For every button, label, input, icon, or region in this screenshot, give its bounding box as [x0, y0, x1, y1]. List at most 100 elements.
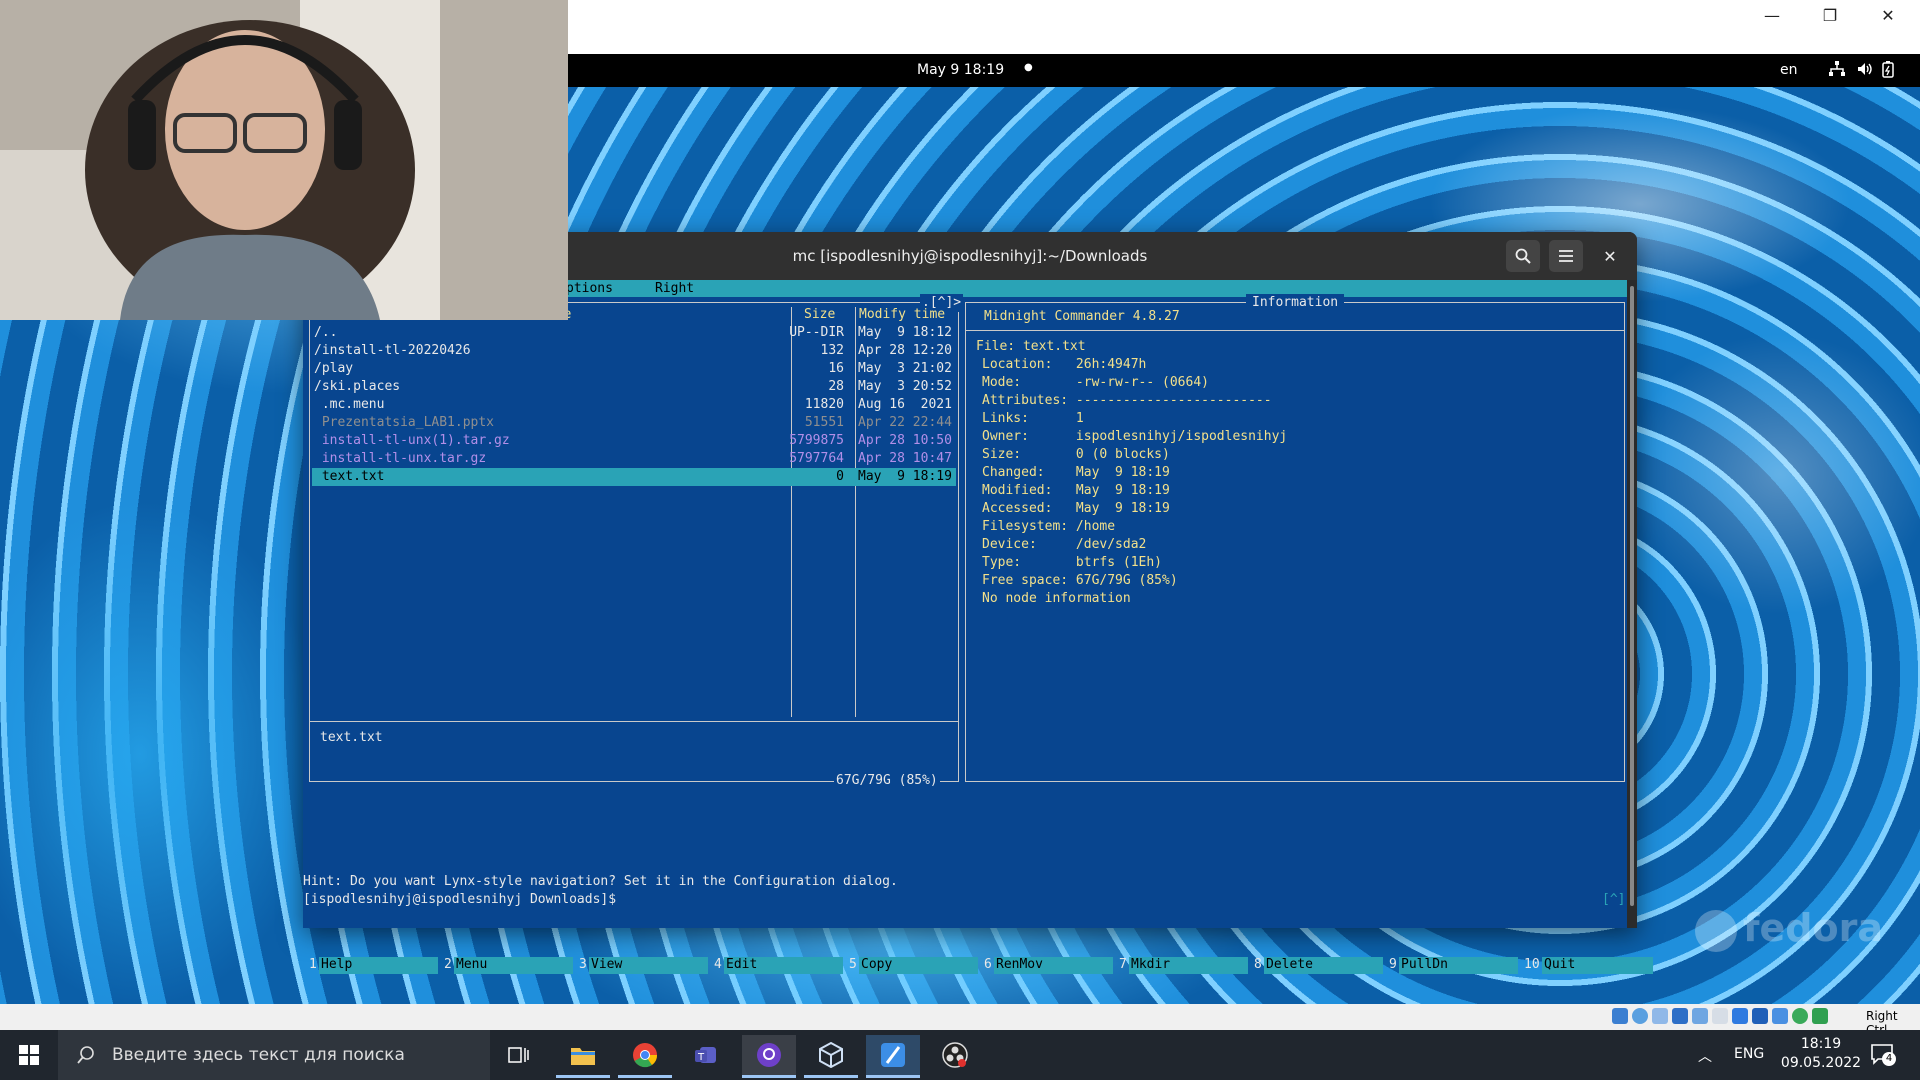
fkey-label: Menu [454, 957, 573, 974]
fedora-logo: fedora [1695, 906, 1883, 952]
tray-clock[interactable]: 18:19 09.05.2022 [1776, 1035, 1866, 1073]
network-adapter-icon[interactable] [1672, 1008, 1688, 1024]
fkey-copy[interactable]: 5 Copy [849, 957, 980, 974]
fkey-number: 1 [309, 957, 317, 972]
file-row[interactable]: /.. UP--DIR May 9 18:12 [312, 324, 956, 342]
fkey-number: 7 [1119, 957, 1127, 972]
info-row: Mode: -rw-rw-r-- (0664) [982, 375, 1209, 390]
virtualbox-status-bar: Right Ctrl [0, 1004, 1920, 1037]
close-icon: ✕ [1603, 246, 1617, 266]
info-row: Accessed: May 9 18:19 [982, 501, 1170, 516]
hdd-icon[interactable] [1612, 1008, 1628, 1024]
usb-icon[interactable] [1692, 1008, 1708, 1024]
fedora-media-writer-icon[interactable] [866, 1035, 920, 1078]
terminal-window[interactable]: mc [ispodlesnihyj@ispodlesnihyj]:~/Downl… [303, 232, 1653, 974]
obs-icon[interactable] [928, 1035, 982, 1075]
info-panel[interactable]: Information Midnight Commander 4.8.27 Fi… [965, 294, 1625, 782]
file-row[interactable]: Prezentatsia_LAB1.pptx 51551 Apr 22 22:44 [312, 414, 956, 432]
terminal-menu-button[interactable] [1549, 240, 1583, 272]
size-column-header[interactable]: Size [804, 306, 835, 324]
taskbar-search-box[interactable]: Введите здесь текст для поиска [58, 1030, 490, 1080]
file-mtime: May 3 20:52 [858, 379, 952, 394]
network-icon[interactable] [1828, 60, 1846, 82]
file-name: text.txt [314, 469, 385, 484]
action-center-button[interactable]: 4 [1870, 1042, 1896, 1070]
fkey-label: Delete [1264, 957, 1383, 974]
github-desktop-icon[interactable] [742, 1035, 796, 1078]
prompt-badge[interactable]: [^] [1602, 891, 1625, 909]
shell-prompt[interactable]: [ispodlesnihyj@ispodlesnihyj Downloads]$ [303, 891, 616, 909]
shared-folders-icon[interactable] [1712, 1008, 1728, 1024]
guest-additions-icon[interactable] [1792, 1008, 1808, 1024]
file-row[interactable]: /play 16 May 3 21:02 [312, 360, 956, 378]
menu-right[interactable]: Right [655, 281, 694, 296]
file-size: UP--DIR [789, 325, 844, 340]
battery-icon[interactable] [1882, 60, 1894, 82]
fkey-quit[interactable]: 10 Quit [1524, 957, 1655, 974]
fkey-number: 4 [714, 957, 722, 972]
scrollbar-thumb[interactable] [1630, 286, 1634, 906]
file-name: /install-tl-20220426 [314, 343, 471, 358]
start-button[interactable] [2, 1035, 56, 1075]
terminal-close-button[interactable]: ✕ [1593, 240, 1627, 272]
terminal-scrollbar[interactable] [1627, 280, 1637, 928]
webcam-overlay [0, 0, 568, 320]
task-view-icon[interactable] [492, 1035, 546, 1075]
cpu-icon[interactable] [1772, 1008, 1788, 1024]
gnome-clock[interactable]: May 9 18:19 [917, 62, 1004, 78]
fkey-mkdir[interactable]: 7 Mkdir [1119, 957, 1250, 974]
file-name: /play [314, 361, 354, 376]
fkey-label: PullDn [1399, 957, 1518, 974]
tray-overflow-icon[interactable]: ︿ [1698, 1046, 1712, 1066]
keyboard-layout[interactable]: en [1780, 62, 1798, 78]
fkey-view[interactable]: 3 View [579, 957, 710, 974]
file-mtime: Aug 16 2021 [858, 397, 952, 412]
fedora-wordmark: fedora [1743, 906, 1883, 950]
restore-icon: ❐ [1822, 5, 1838, 25]
file-row[interactable]: /ski.places 28 May 3 20:52 [312, 378, 956, 396]
teams-icon[interactable]: T [680, 1035, 734, 1075]
file-name: /.. [314, 325, 338, 340]
display-icon[interactable] [1732, 1008, 1748, 1024]
close-button[interactable]: ✕ [1860, 0, 1916, 30]
file-mtime: Apr 22 22:44 [858, 415, 952, 430]
fkey-delete[interactable]: 8 Delete [1254, 957, 1385, 974]
file-row[interactable]: /install-tl-20220426 132 Apr 28 12:20 [312, 342, 956, 360]
minimize-button[interactable]: — [1744, 0, 1800, 30]
fkey-edit[interactable]: 4 Edit [714, 957, 845, 974]
recording-icon[interactable] [1752, 1008, 1768, 1024]
mtime-column-header[interactable]: Modify time [859, 306, 945, 324]
info-row: Type: btrfs (1Eh) [982, 555, 1163, 570]
fkey-help[interactable]: 1 Help [309, 957, 440, 974]
menu-options[interactable]: ptions [566, 281, 613, 296]
mc-screen[interactable]: ptions Right .[^]> .n Name Size Modify t… [303, 280, 1653, 974]
file-row[interactable]: text.txt 0 May 9 18:19 [312, 468, 956, 486]
file-explorer-icon[interactable] [556, 1035, 610, 1078]
optical-drive-icon[interactable] [1632, 1008, 1648, 1024]
file-mtime: May 3 21:02 [858, 361, 952, 376]
fkey-label: Edit [724, 957, 843, 974]
virtualbox-icon[interactable] [804, 1035, 858, 1078]
file-size: 51551 [804, 415, 844, 430]
info-row: Device: /dev/sda2 [982, 537, 1147, 552]
file-row[interactable]: .mc.menu 11820 Aug 16 2021 [312, 396, 956, 414]
fkey-menu[interactable]: 2 Menu [444, 957, 575, 974]
fkey-renmov[interactable]: 6 RenMov [984, 957, 1115, 974]
restore-button[interactable]: ❐ [1802, 0, 1858, 30]
terminal-search-button[interactable] [1506, 240, 1540, 272]
notification-count-badge: 4 [1882, 1052, 1896, 1066]
file-name: install-tl-unx(1).tar.gz [314, 433, 510, 448]
fkey-pulldn[interactable]: 9 PullDn [1389, 957, 1520, 974]
mouse-integration-icon[interactable] [1812, 1008, 1828, 1024]
file-size: 5797764 [789, 451, 844, 466]
left-panel[interactable]: .[^]> .n Name Size Modify time /..UP--DI… [309, 294, 964, 790]
volume-icon[interactable] [1856, 60, 1874, 82]
chrome-icon[interactable] [618, 1035, 672, 1078]
info-row: No node information [982, 591, 1131, 606]
audio-icon[interactable] [1652, 1008, 1668, 1024]
search-icon [1515, 248, 1531, 264]
file-name: Prezentatsia_LAB1.pptx [314, 415, 495, 430]
file-row[interactable]: install-tl-unx(1).tar.gz 5799875 Apr 28 10… [312, 432, 956, 450]
tray-language[interactable]: ENG [1734, 1046, 1764, 1062]
file-row[interactable]: install-tl-unx.tar.gz 5797764 Apr 28 10:47 [312, 450, 956, 468]
